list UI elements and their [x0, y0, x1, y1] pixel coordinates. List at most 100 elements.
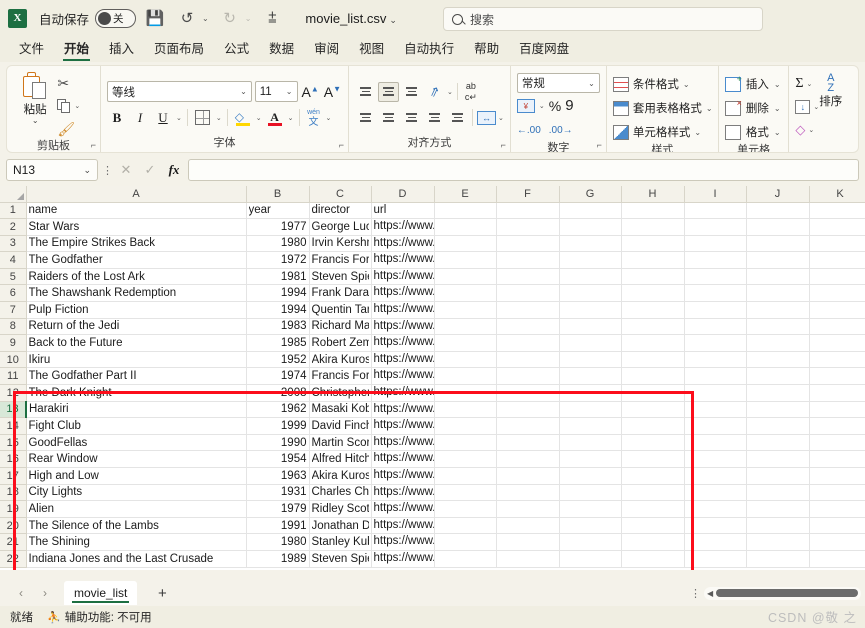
cell-empty[interactable]	[620, 234, 685, 253]
underline-button[interactable]: U	[153, 108, 173, 128]
format-as-table-button[interactable]: 套用表格格式 ⌄	[612, 97, 713, 119]
cell-empty[interactable]	[745, 483, 810, 502]
cell-empty[interactable]	[808, 301, 865, 319]
cell-empty[interactable]	[433, 549, 497, 568]
tab-baidu-netdisk[interactable]: 百度网盘	[510, 35, 578, 62]
cell-url[interactable]: https://www.flickchart.com/movie/70BB133…	[370, 516, 435, 535]
tab-home[interactable]: 开始	[55, 35, 98, 62]
row-header-19[interactable]: 19	[0, 500, 27, 518]
cell-empty[interactable]	[745, 417, 810, 435]
cell-empty[interactable]	[433, 317, 497, 336]
cell-empty[interactable]	[620, 433, 685, 452]
cell-name[interactable]: Harakiri	[25, 400, 247, 419]
cell-empty[interactable]	[808, 417, 865, 435]
cell-name[interactable]: name	[25, 201, 247, 220]
format-cells-caret-icon[interactable]: ⌄	[774, 128, 781, 137]
cell-director[interactable]: Stanley Kubrick	[308, 533, 372, 551]
cell-empty[interactable]	[745, 384, 810, 402]
cut-button[interactable]: ✂	[57, 73, 94, 93]
cell-empty[interactable]	[433, 251, 497, 269]
cell-url[interactable]: https://www.flickchart.com/movie/F8FD895…	[370, 267, 435, 286]
font-dialog-launcher[interactable]: ⌐	[339, 140, 344, 150]
cell-year[interactable]: 1994	[245, 284, 310, 303]
cell-name[interactable]: The Godfather Part II	[25, 367, 247, 386]
cell-empty[interactable]	[558, 284, 622, 303]
decrease-indent-button[interactable]	[424, 108, 445, 128]
row-header-20[interactable]: 20	[0, 516, 27, 535]
cell-empty[interactable]	[433, 350, 497, 369]
cell-name[interactable]: High and Low	[25, 467, 247, 485]
cell-empty[interactable]	[495, 251, 560, 269]
cell-empty[interactable]	[558, 201, 622, 220]
cell-director[interactable]: Ridley Scott	[308, 500, 372, 518]
cell-empty[interactable]	[620, 334, 685, 352]
copy-button[interactable]: ⌄	[57, 96, 94, 116]
row-header-9[interactable]: 9	[0, 334, 27, 352]
cell-empty[interactable]	[745, 350, 810, 369]
cell-empty[interactable]	[683, 251, 747, 269]
cell-empty[interactable]	[620, 317, 685, 336]
cell-empty[interactable]	[745, 334, 810, 352]
file-name-caret-icon[interactable]: ⌄	[389, 15, 397, 25]
cell-empty[interactable]	[620, 417, 685, 435]
cell-empty[interactable]	[495, 301, 560, 319]
table-row[interactable]: 1 name year director url	[0, 201, 865, 220]
redo-icon[interactable]: ↻	[217, 6, 243, 30]
phonetic-guide-button[interactable]: wén 文	[305, 109, 323, 128]
cell-name[interactable]: Alien	[25, 500, 247, 518]
cell-empty[interactable]	[683, 301, 747, 319]
cell-empty[interactable]	[745, 367, 810, 386]
cell-empty[interactable]	[683, 384, 747, 402]
cell-empty[interactable]	[683, 450, 747, 468]
column-header-K[interactable]: K	[808, 186, 865, 203]
cell-empty[interactable]	[558, 251, 622, 269]
cell-year[interactable]: 1981	[245, 267, 310, 286]
orientation-caret-icon[interactable]: ⌄	[447, 88, 453, 96]
cell-year[interactable]: 1985	[245, 334, 310, 352]
cell-empty[interactable]	[495, 334, 560, 352]
cell-name[interactable]: Back to the Future	[25, 334, 247, 352]
cell-empty[interactable]	[620, 267, 685, 286]
cell-year[interactable]: 1963	[245, 467, 310, 485]
cell-director[interactable]: Charles Chaplin	[308, 483, 372, 502]
cell-empty[interactable]	[495, 218, 560, 236]
table-row[interactable]: 10Ikiru 1952 Akira Kurosawa https://www.fli…	[0, 350, 865, 369]
column-header-I[interactable]: I	[683, 186, 747, 203]
cell-url[interactable]: https://www.flickchart.com/movie/80C5CEB…	[370, 384, 435, 402]
cell-empty[interactable]	[433, 384, 497, 402]
cell-empty[interactable]	[558, 334, 622, 352]
cell-empty[interactable]	[558, 234, 622, 253]
cell-empty[interactable]	[495, 500, 560, 518]
cell-empty[interactable]	[495, 549, 560, 568]
cell-empty[interactable]	[495, 234, 560, 253]
cell-url[interactable]: https://www.flickchart.com/movie/2F21C46…	[370, 284, 435, 303]
search-box[interactable]: 搜索	[443, 7, 763, 31]
cell-empty[interactable]	[808, 267, 865, 286]
cell-empty[interactable]	[745, 267, 810, 286]
table-row[interactable]: 22 Indiana Jones and the Last Crusade 1989…	[0, 549, 865, 568]
cell-year[interactable]: 1979	[245, 500, 310, 518]
font-size-caret-icon[interactable]: ⌄	[286, 87, 293, 96]
row-header-12[interactable]: 12	[0, 384, 27, 402]
cell-year[interactable]: 1952	[245, 350, 310, 369]
number-dialog-launcher[interactable]: ⌐	[597, 140, 602, 150]
cell-empty[interactable]	[433, 417, 497, 435]
row-header-13[interactable]: 13	[0, 400, 27, 419]
table-row[interactable]: 16Rear Window 1954 Alfred Hitchcock https:/…	[0, 450, 865, 468]
row-header-11[interactable]: 11	[0, 367, 27, 386]
cell-url[interactable]: https://www.flickchart.com/movie/32435A7…	[370, 317, 435, 336]
table-format-caret-icon[interactable]: ⌄	[706, 104, 713, 113]
table-row[interactable]: 17High and Low 1963 Akira Kurosawa https://…	[0, 467, 865, 485]
sort-and-filter-button[interactable]: A Z 排序	[819, 70, 842, 140]
align-top-button[interactable]	[355, 82, 376, 102]
cell-year[interactable]: 1989	[245, 549, 310, 568]
comma-style-button[interactable]: 9	[565, 98, 573, 113]
cell-year[interactable]: year	[245, 201, 310, 220]
cell-empty[interactable]	[558, 301, 622, 319]
cell-empty[interactable]	[683, 201, 747, 220]
cell-url[interactable]: https://www.flickchart.com/movie/EDD68D9…	[370, 417, 435, 435]
column-header-H[interactable]: H	[620, 186, 685, 203]
clear-button[interactable]: ◇ ⌄	[795, 120, 819, 140]
table-row[interactable]: 14Fight Club 1999 David Fincher https://www…	[0, 417, 865, 435]
row-header-5[interactable]: 5	[0, 267, 27, 286]
